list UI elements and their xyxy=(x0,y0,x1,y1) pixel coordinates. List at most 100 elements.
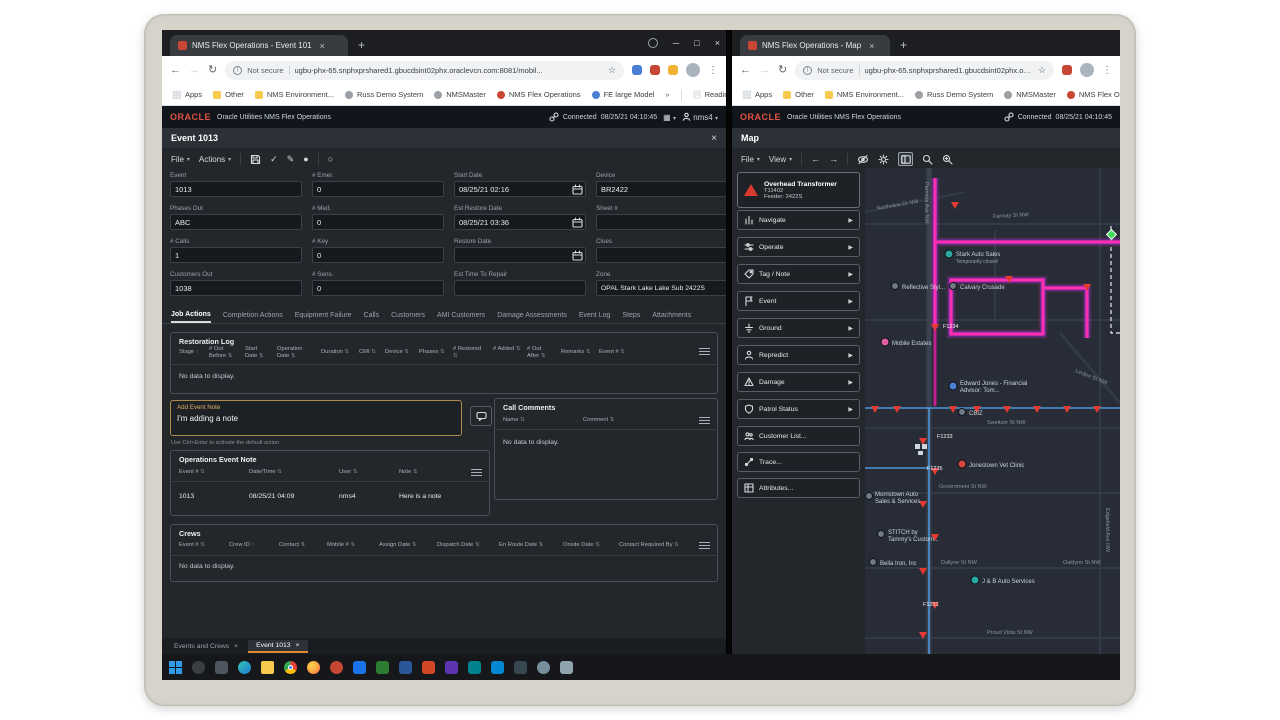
toggle-panel-button[interactable] xyxy=(898,152,913,166)
col-comment[interactable]: Comment ⇅ xyxy=(583,417,614,424)
col-stage[interactable]: Stage ↑ xyxy=(179,349,201,356)
tab-equipment-failure[interactable]: Equipment Failure xyxy=(295,312,352,323)
tab-ami-customers[interactable]: AMI Customers xyxy=(437,312,485,323)
doc-tab-events-and-crews[interactable]: Events and Crews× xyxy=(166,641,246,652)
task-view-icon[interactable] xyxy=(215,661,228,674)
col-event-num[interactable]: Event # ⇅ xyxy=(179,542,205,549)
col-duration[interactable]: Duration ⇅ xyxy=(321,349,353,356)
navigate-button[interactable]: Navigate▶ xyxy=(737,210,860,230)
bookmark-nmsmaster[interactable]: NMSMaster xyxy=(1004,90,1056,99)
bookmark-star-icon[interactable]: ☆ xyxy=(608,65,616,76)
complete-icon[interactable]: ✓ xyxy=(270,155,278,164)
table-options-icon[interactable] xyxy=(699,542,710,550)
file-explorer-icon[interactable] xyxy=(261,661,274,674)
profile-circle-icon[interactable] xyxy=(648,38,658,48)
minimize-button[interactable]: ─ xyxy=(673,38,679,48)
bookmark-nmsmaster[interactable]: NMSMaster xyxy=(434,90,486,99)
snipping-tool-icon[interactable] xyxy=(468,661,481,674)
table-options-icon[interactable] xyxy=(699,348,710,356)
bookmark-fe-large-model[interactable]: FE large Model xyxy=(592,90,655,99)
bookmark-other[interactable]: Other xyxy=(783,90,814,99)
tab-job-actions[interactable]: Job Actions xyxy=(171,311,211,323)
bookmark-apps[interactable]: Apps xyxy=(742,90,772,99)
bookmark-russ-demo[interactable]: Russ Demo System xyxy=(345,90,423,99)
map-window-titlebar[interactable]: Map xyxy=(732,128,1120,148)
tab-close-icon[interactable]: × xyxy=(320,41,325,51)
event-button[interactable]: Event▶ xyxy=(737,291,860,311)
col-start-date[interactable]: Start Date ⇅ xyxy=(245,346,269,359)
col-mobile[interactable]: Mobile # ⇅ xyxy=(327,542,355,549)
col-event-num[interactable]: Event # ⇅ xyxy=(179,469,205,476)
col-event-num[interactable]: Event # ⇅ xyxy=(599,349,627,356)
address-bar[interactable]: ! Not secure ugbu-phx-65.snphxprshared1.… xyxy=(225,61,624,80)
extension-icon-blue[interactable] xyxy=(632,65,642,75)
bookmark-nms-flex[interactable]: NMS Flex Operations xyxy=(497,90,581,99)
add-event-note-field[interactable]: Add Event Note I'm adding a note xyxy=(170,400,462,436)
col-crew-id[interactable]: Crew ID ↑ xyxy=(229,542,254,549)
start-button[interactable] xyxy=(169,661,182,674)
bookmark-other[interactable]: Other xyxy=(213,90,244,99)
search-icon[interactable] xyxy=(192,661,205,674)
extension-icon-red[interactable] xyxy=(1062,65,1072,75)
tab-customers[interactable]: Customers xyxy=(391,312,425,323)
cell-event-num[interactable]: 1013 xyxy=(179,493,194,500)
edge-icon[interactable] xyxy=(238,661,251,674)
tab-calls[interactable]: Calls xyxy=(364,312,380,323)
excel-icon[interactable] xyxy=(376,661,389,674)
word-icon[interactable] xyxy=(399,661,412,674)
not-secure-icon[interactable]: ! xyxy=(803,66,812,75)
menu-file[interactable]: File▾ xyxy=(171,155,190,164)
col-date-time[interactable]: Date/Time ⇅ xyxy=(249,469,282,476)
event-window-titlebar[interactable]: Event 1013 × xyxy=(162,128,726,148)
outlook-icon[interactable] xyxy=(353,661,366,674)
map-forward-icon[interactable]: → xyxy=(829,155,838,164)
back-icon[interactable]: ← xyxy=(170,65,181,76)
bookmark-nms-flex[interactable]: NMS Flex Operations xyxy=(1067,90,1120,99)
cell-note[interactable]: Here is a note xyxy=(399,493,441,500)
customer-list-button[interactable]: Customer List... xyxy=(737,426,860,446)
settings-gear-icon[interactable] xyxy=(878,154,889,165)
bookmark-nms-environment[interactable]: NMS Environment... xyxy=(825,90,904,99)
teams-icon[interactable] xyxy=(445,661,458,674)
not-secure-icon[interactable]: ! xyxy=(233,66,242,75)
tab-event-log[interactable]: Event Log xyxy=(579,312,611,323)
col-contact[interactable]: Contact ⇅ xyxy=(279,542,305,549)
vscode-icon[interactable] xyxy=(491,661,504,674)
chrome-icon[interactable] xyxy=(284,661,297,674)
col-contact-required[interactable]: Contact Required By ⇅ xyxy=(619,542,693,549)
outline-circle-icon[interactable]: ○ xyxy=(328,155,333,164)
back-icon[interactable]: ← xyxy=(740,65,751,76)
firefox-icon[interactable] xyxy=(307,661,320,674)
col-note[interactable]: Note ⇅ xyxy=(399,469,417,476)
submit-note-button[interactable] xyxy=(470,406,492,426)
maximize-button[interactable]: □ xyxy=(694,38,699,48)
tab-close-icon[interactable]: × xyxy=(234,643,238,650)
hide-layers-icon[interactable] xyxy=(857,154,869,165)
reload-icon[interactable]: ↻ xyxy=(778,65,787,76)
save-icon[interactable] xyxy=(250,154,261,165)
col-assign-date[interactable]: Assign Date ⇅ xyxy=(379,542,417,549)
col-device[interactable]: Device ⇅ xyxy=(385,349,413,356)
reload-icon[interactable]: ↻ xyxy=(208,65,217,76)
extension-icon-yellow[interactable] xyxy=(668,65,678,75)
edit-icon[interactable]: ✎ xyxy=(287,155,295,164)
tab-attachments[interactable]: Attachments xyxy=(652,312,691,323)
oracle-icon[interactable] xyxy=(330,661,343,674)
col-cmi[interactable]: CMI ⇅ xyxy=(359,349,379,356)
ground-button[interactable]: Ground▶ xyxy=(737,318,860,338)
trace-button[interactable]: Trace... xyxy=(737,452,860,472)
tab-completion-actions[interactable]: Completion Actions xyxy=(223,312,283,323)
col-phases[interactable]: Phases ⇅ xyxy=(419,349,447,356)
search-icon[interactable] xyxy=(922,154,933,165)
terminal-icon[interactable] xyxy=(514,661,527,674)
tab-close-icon[interactable]: × xyxy=(296,642,300,649)
notepad-icon[interactable] xyxy=(560,661,573,674)
col-onsite-date[interactable]: Onsite Date ⇅ xyxy=(563,542,600,549)
col-dispatch-date[interactable]: Dispatch Date ⇅ xyxy=(437,542,480,549)
cell-date-time[interactable]: 08/25/21 04:09 xyxy=(249,493,294,500)
map-canvas[interactable]: Stark Auto Sales Temporarily closed Refl… xyxy=(865,168,1120,654)
col-user[interactable]: User ⇅ xyxy=(339,469,357,476)
tab-steps[interactable]: Steps xyxy=(622,312,640,323)
operate-button[interactable]: Operate▶ xyxy=(737,237,860,257)
map-back-icon[interactable]: ← xyxy=(811,155,820,164)
